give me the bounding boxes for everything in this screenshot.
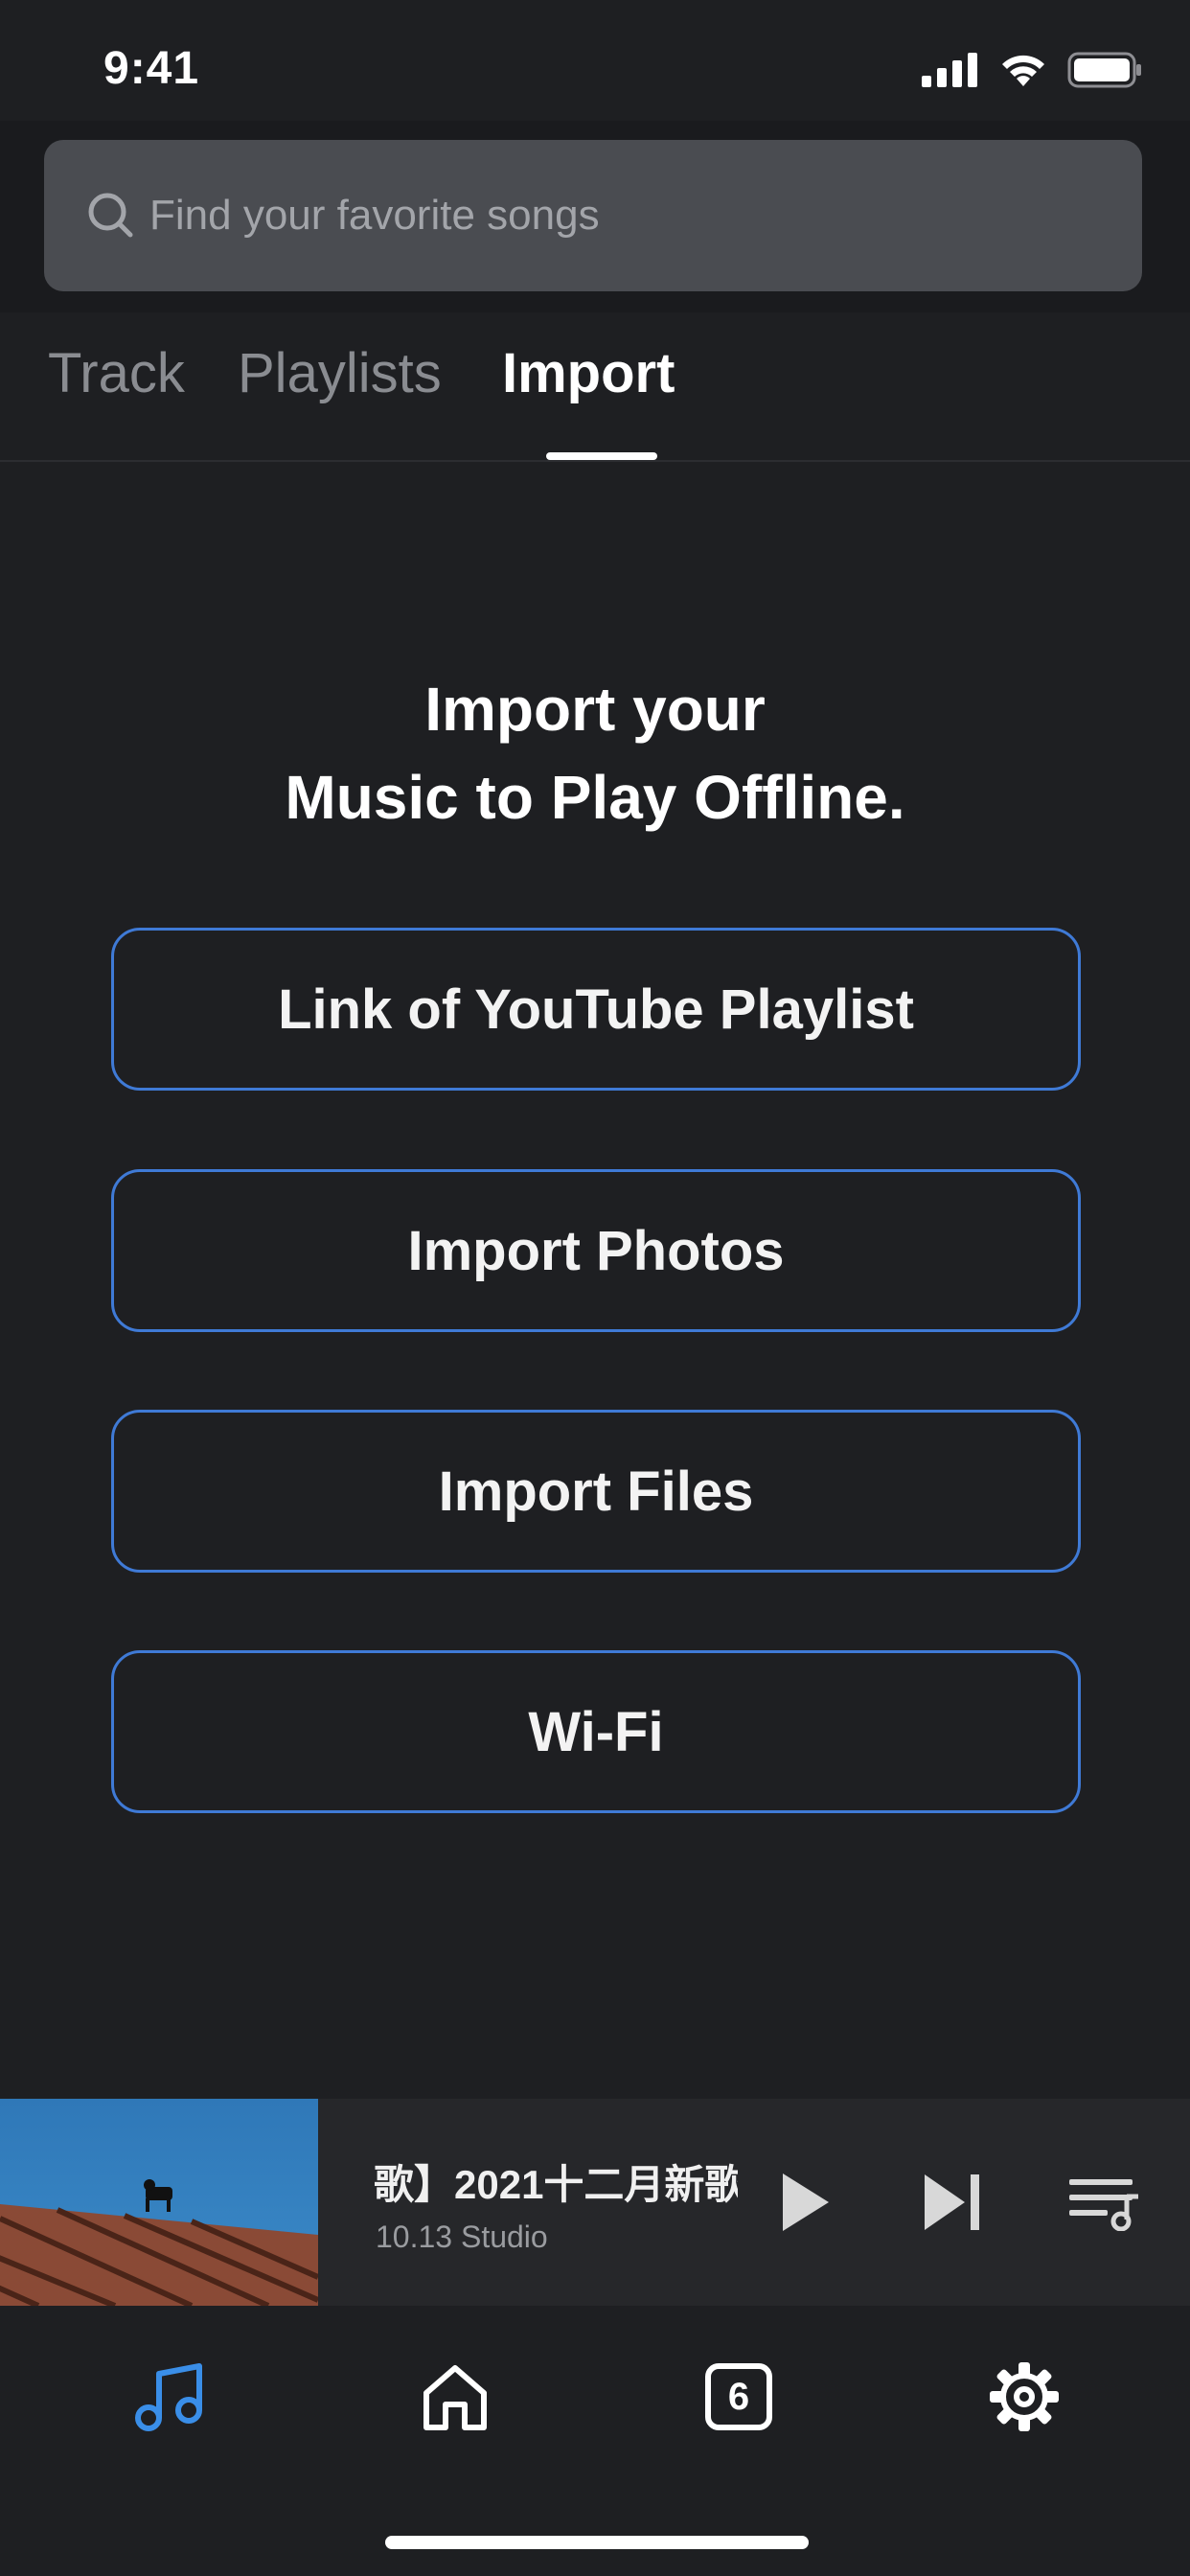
battery-icon [1067,52,1141,88]
tabs-count-icon: 6 [705,2363,772,2430]
status-time: 9:41 [103,43,200,94]
headline-line-1: Import your [424,675,766,744]
search-input[interactable]: Find your favorite songs [44,140,1142,291]
home-icon [423,2365,487,2430]
wifi-transfer-button[interactable]: Wi-Fi [111,1650,1081,1813]
search-icon [88,193,133,238]
headline-line-2: Music to Play Offline. [285,763,905,832]
nav-settings[interactable] [972,2344,1077,2450]
tab-playlists[interactable]: Playlists [238,341,442,405]
skip-next-icon [925,2174,979,2230]
gear-icon [990,2362,1059,2431]
play-icon [783,2174,829,2231]
segment-tabs: Track Playlists Import [0,312,1190,462]
queue-music-icon [1069,2179,1138,2231]
search-placeholder: Find your favorite songs [149,192,600,239]
status-icons [922,52,1142,88]
nav-open-tabs[interactable]: 6 [686,2344,791,2450]
tab-import[interactable]: Import [502,341,675,405]
import-headline: Import your Music to Play Offline. [0,665,1190,841]
signal-icon [922,53,977,87]
play-button[interactable] [759,2156,851,2248]
import-photos-button[interactable]: Import Photos [111,1169,1081,1332]
app-screen: 9:41 Find your favorite songs Track Play… [0,0,1190,2576]
search-area: Find your favorite songs [0,121,1190,312]
youtube-playlist-link-button[interactable]: Link of YouTube Playlist [111,928,1081,1091]
album-art[interactable] [0,2099,318,2306]
tab-track[interactable]: Track [48,341,185,405]
home-indicator[interactable] [385,2536,809,2549]
album-art-image [0,2099,318,2306]
mini-player[interactable]: 歌】2021十二月新歌 10.13 Studio [0,2099,1190,2306]
status-bar: 9:41 [0,0,1190,134]
nav-home[interactable] [402,2344,508,2450]
wifi-icon [1002,55,1044,86]
now-playing-title: 歌】2021十二月新歌 [374,2162,738,2207]
import-files-button[interactable]: Import Files [111,1410,1081,1573]
now-playing-artist: 10.13 Studio [376,2220,548,2254]
nav-music[interactable] [117,2344,222,2450]
skip-next-button[interactable] [906,2156,998,2248]
queue-button[interactable] [1058,2156,1150,2248]
active-tab-indicator [546,452,657,460]
music-note-icon [135,2363,202,2431]
